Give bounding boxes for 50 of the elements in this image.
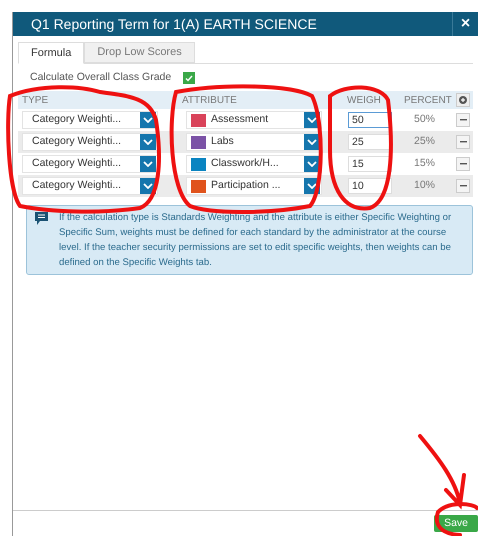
check-icon [185,74,194,82]
weight-field[interactable]: 15 [348,156,392,172]
minus-icon [460,119,466,121]
type-select[interactable]: Category Weighti... [22,155,158,173]
plus-circle-icon [459,96,467,104]
weight-field[interactable]: 50 [348,112,392,128]
percent-text: 15% [413,156,436,172]
info-text: If the calculation type is Standards Weighting and the attribute is either Specific Weighting or Specific Sum, weights must be defined for each standard by the administrator at the course level. If the teacher security permissions are set to edit specific weights, then weights can be defined on the Specific Weights tab. [59,211,452,270]
window-title: Q1 Reporting Term for 1(A) EARTH SCIENCE [30,14,317,34]
column-header: ATTRIBUTE [181,94,238,108]
chevron-down-icon [307,117,317,123]
type-select[interactable]: Category Weighti... [22,177,158,195]
minus-icon [460,163,466,165]
chevron-down-icon [143,139,153,145]
dropdown-button[interactable] [140,134,156,150]
remove-row-button[interactable] [456,113,470,127]
add-row-button[interactable] [456,93,470,107]
attribute-select[interactable]: Assessment [186,111,322,129]
remove-row-button[interactable] [456,135,470,149]
chevron-down-icon [307,183,317,189]
chevron-down-icon [143,117,153,123]
weight-field[interactable]: 10 [348,178,392,194]
attribute-select[interactable]: Participation ... [186,177,322,195]
dropdown-button[interactable] [140,156,156,172]
remove-row-button[interactable] [456,179,470,193]
column-header: TYPE [21,94,50,108]
checkbox[interactable] [183,72,196,84]
column-header: PERCENT [403,94,452,108]
weight-field[interactable]: 25 [348,134,392,150]
remove-row-button[interactable] [456,157,470,171]
minus-icon [460,141,466,143]
dropdown-button[interactable] [304,156,320,172]
tab[interactable]: Formula [18,42,84,64]
minus-icon [460,185,466,187]
type-select[interactable]: Category Weighti... [22,111,158,129]
checkbox-label: Calculate Overall Class Grade [30,70,172,86]
column-header: WEIGH [346,94,382,108]
percent-text: 10% [413,178,436,194]
chevron-down-icon [307,139,317,145]
speech-bubble-icon [34,211,49,226]
type-select[interactable]: Category Weighti... [22,133,158,151]
percent-text: 25% [413,134,436,150]
chevron-down-icon [143,161,153,167]
chevron-down-icon [143,183,153,189]
dropdown-button[interactable] [304,134,320,150]
close-button[interactable]: × [452,12,478,36]
chevron-down-icon [307,161,317,167]
attribute-select[interactable]: Classwork/H... [186,155,322,173]
percent-text: 50% [413,112,436,128]
tab[interactable]: Drop Low Scores [84,42,195,63]
